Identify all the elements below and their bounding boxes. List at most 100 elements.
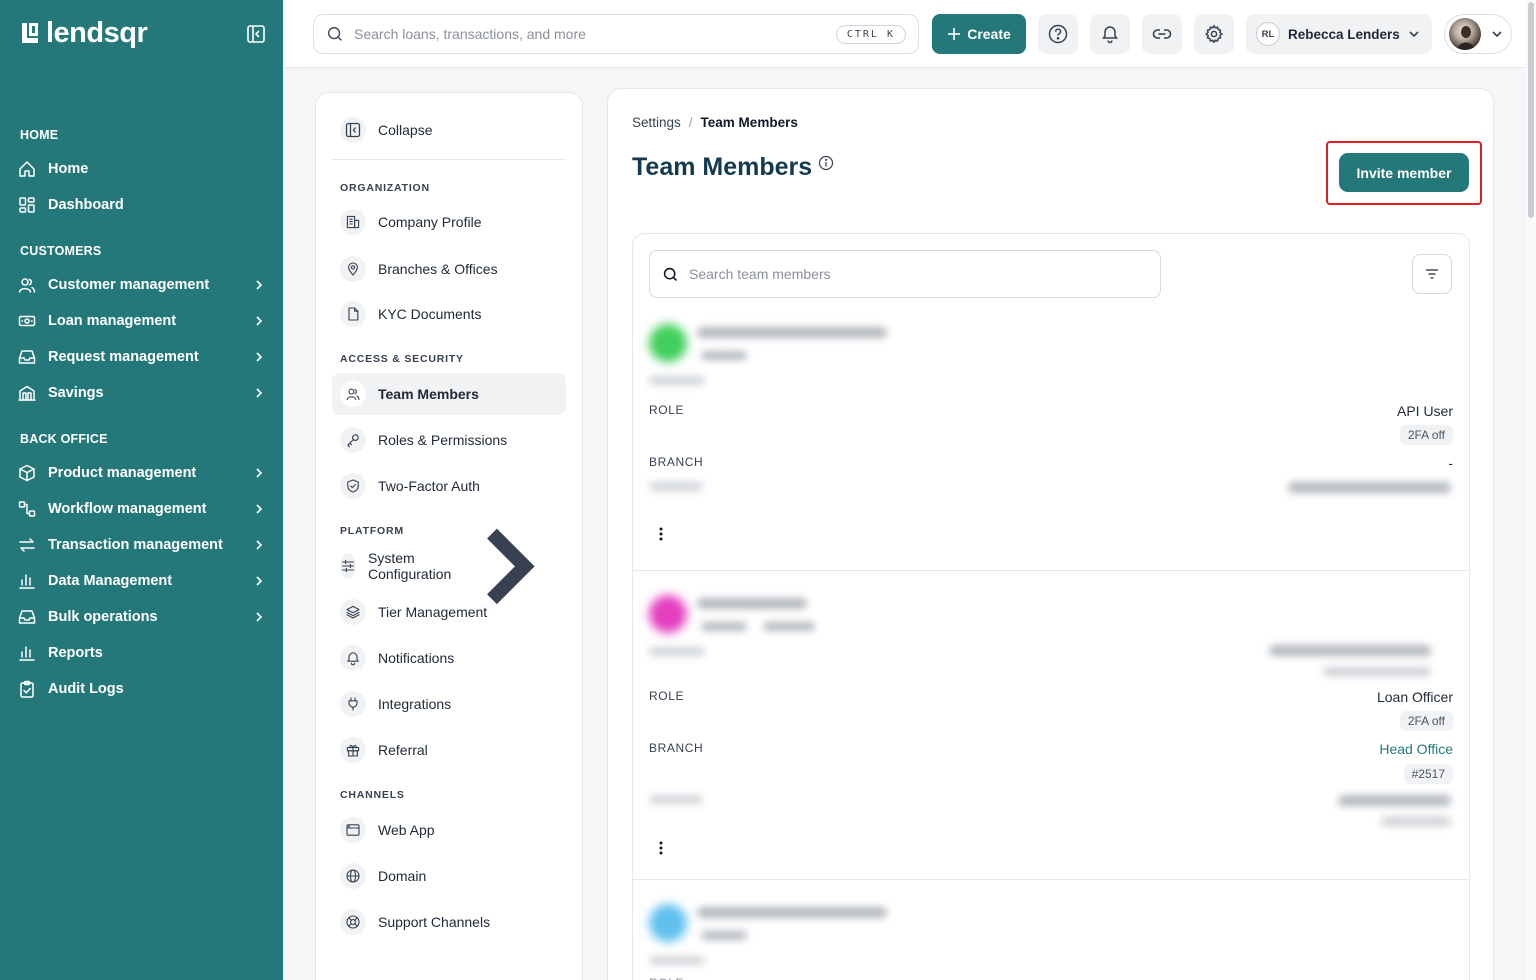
- sidebar-section-customers: CUSTOMERS: [20, 244, 102, 258]
- collapse-panel-icon: [340, 117, 366, 143]
- member-search[interactable]: [649, 250, 1161, 298]
- sidebar-item-workflow-management[interactable]: Workflow management: [16, 493, 272, 525]
- info-icon[interactable]: [818, 155, 834, 171]
- sidebar-item-label: Dashboard: [48, 197, 124, 213]
- sidebar-item-home[interactable]: Home: [16, 153, 272, 185]
- settings-item-two-factor-auth[interactable]: Two-Factor Auth: [332, 465, 566, 507]
- settings-button[interactable]: [1194, 14, 1234, 54]
- member-actions-button[interactable]: [651, 524, 671, 544]
- settings-item-label: Domain: [378, 868, 427, 884]
- search-shortcut-badge: CTRL K: [835, 25, 906, 44]
- sidebar-item-loan-management[interactable]: Loan management: [16, 305, 272, 337]
- organization-switcher[interactable]: RL Rebecca Lenders: [1246, 14, 1432, 54]
- help-button[interactable]: [1038, 14, 1078, 54]
- member-search-input[interactable]: [689, 266, 1160, 282]
- settings-item-label: Notifications: [378, 650, 455, 666]
- link-icon: [1152, 29, 1172, 39]
- team-members-panel: Settings / Team Members Team Members Inv…: [607, 88, 1494, 980]
- scrollbar-thumb[interactable]: [1528, 2, 1534, 218]
- sidebar-item-product-management[interactable]: Product management: [16, 457, 272, 489]
- sidebar-item-data-management[interactable]: Data Management: [16, 565, 272, 597]
- member-time-redacted: [1381, 817, 1451, 826]
- global-search-input[interactable]: [354, 26, 918, 42]
- sidebar-item-audit-logs[interactable]: Audit Logs: [16, 673, 272, 705]
- users-icon: [18, 278, 36, 293]
- create-button[interactable]: Create: [932, 14, 1026, 54]
- money-icon: [18, 315, 36, 327]
- sidebar-item-label: Data Management: [48, 573, 173, 589]
- branch-value: -: [1448, 455, 1453, 471]
- sidebar-item-bulk-operations[interactable]: Bulk operations: [16, 601, 272, 633]
- breadcrumb-settings-link[interactable]: Settings: [632, 115, 681, 130]
- sidebar-item-transaction-management[interactable]: Transaction management: [16, 529, 272, 561]
- member-email-redacted: [1269, 645, 1431, 656]
- settings-item-roles-permissions[interactable]: Roles & Permissions: [332, 419, 566, 461]
- settings-item-kyc-documents[interactable]: KYC Documents: [332, 293, 566, 335]
- profile-menu-button[interactable]: [1444, 14, 1512, 54]
- chevron-right-icon: [256, 352, 263, 362]
- top-bar: CTRL K Create RL Rebecca Lenders: [283, 0, 1526, 68]
- main-sidebar: lendsqr HOME Home Dashboard CUSTOMERS Custom…: [0, 0, 283, 980]
- chevron-down-icon: [1492, 31, 1502, 38]
- sidebar-item-savings[interactable]: Savings: [16, 377, 272, 409]
- settings-item-branches-offices[interactable]: Branches & Offices: [332, 248, 566, 290]
- invite-member-button[interactable]: Invite member: [1339, 153, 1469, 192]
- sidebar-collapse-icon[interactable]: [246, 24, 266, 44]
- page-title-text: Team Members: [632, 153, 813, 181]
- settings-item-referral[interactable]: Referral: [332, 729, 566, 771]
- member-date-label-redacted: [649, 795, 703, 804]
- settings-item-label: Company Profile: [378, 214, 482, 230]
- team-member-card: ROLE Loan Officer 2FA off BRANCH Head Office…: [633, 570, 1469, 870]
- settings-item-web-app[interactable]: Web App: [332, 809, 566, 851]
- sidebar-item-label: Transaction management: [48, 537, 223, 553]
- plug-icon: [348, 697, 358, 711]
- settings-item-domain[interactable]: Domain: [332, 855, 566, 897]
- member-name-redacted: [697, 598, 807, 609]
- sidebar-item-reports[interactable]: Reports: [16, 637, 272, 669]
- home-icon: [19, 161, 35, 177]
- member-actions-button[interactable]: [651, 838, 671, 858]
- member-avatar: [649, 904, 687, 942]
- settings-item-label: Support Channels: [378, 914, 491, 930]
- breadcrumb-current: Team Members: [700, 115, 798, 130]
- brand-logo[interactable]: lendsqr: [20, 18, 148, 48]
- settings-item-integrations[interactable]: Integrations: [332, 683, 566, 725]
- sidebar-item-request-management[interactable]: Request management: [16, 341, 272, 373]
- links-button[interactable]: [1142, 14, 1182, 54]
- settings-item-label: Branches & Offices: [378, 261, 498, 277]
- member-divider: [633, 879, 1469, 880]
- member-date-redacted: [1288, 482, 1451, 493]
- settings-section-platform: PLATFORM: [340, 525, 404, 537]
- settings-item-company-profile[interactable]: Company Profile: [332, 201, 566, 243]
- sidebar-item-customer-management[interactable]: Customer management: [16, 269, 272, 301]
- settings-collapse-label: Collapse: [378, 122, 433, 138]
- branch-value[interactable]: Head Office: [1379, 741, 1453, 757]
- settings-item-support-channels[interactable]: Support Channels: [332, 901, 566, 943]
- page-scrollbar[interactable]: [1526, 0, 1536, 980]
- settings-item-label: Team Members: [378, 386, 479, 402]
- team-member-card: ROLE: [633, 879, 1469, 980]
- settings-collapse-button[interactable]: Collapse: [332, 109, 566, 151]
- member-name-redacted: [697, 327, 887, 338]
- chevron-down-icon: [1409, 31, 1419, 38]
- role-label: ROLE: [649, 976, 684, 980]
- settings-item-system-configuration[interactable]: System Configuration: [332, 528, 566, 604]
- notifications-button[interactable]: [1090, 14, 1130, 54]
- settings-nav-divider: [332, 159, 566, 160]
- settings-item-team-members[interactable]: Team Members: [332, 373, 566, 415]
- settings-item-notifications[interactable]: Notifications: [332, 637, 566, 679]
- sidebar-item-label: Reports: [48, 645, 103, 661]
- global-search[interactable]: CTRL K: [313, 14, 919, 54]
- settings-item-tier-management[interactable]: Tier Management: [332, 591, 566, 633]
- settings-item-label: Integrations: [378, 696, 452, 712]
- workflow-icon: [18, 501, 36, 517]
- filter-button[interactable]: [1412, 254, 1452, 294]
- sidebar-item-dashboard[interactable]: Dashboard: [16, 189, 272, 221]
- member-id-redacted: [701, 622, 747, 631]
- chevron-right-icon: [256, 612, 263, 622]
- users-icon: [346, 388, 360, 401]
- sidebar-item-label: Audit Logs: [48, 681, 124, 697]
- sidebar-section-back-office: BACK OFFICE: [20, 432, 108, 446]
- member-date-label-redacted: [649, 482, 703, 491]
- chevron-right-icon: [256, 576, 263, 586]
